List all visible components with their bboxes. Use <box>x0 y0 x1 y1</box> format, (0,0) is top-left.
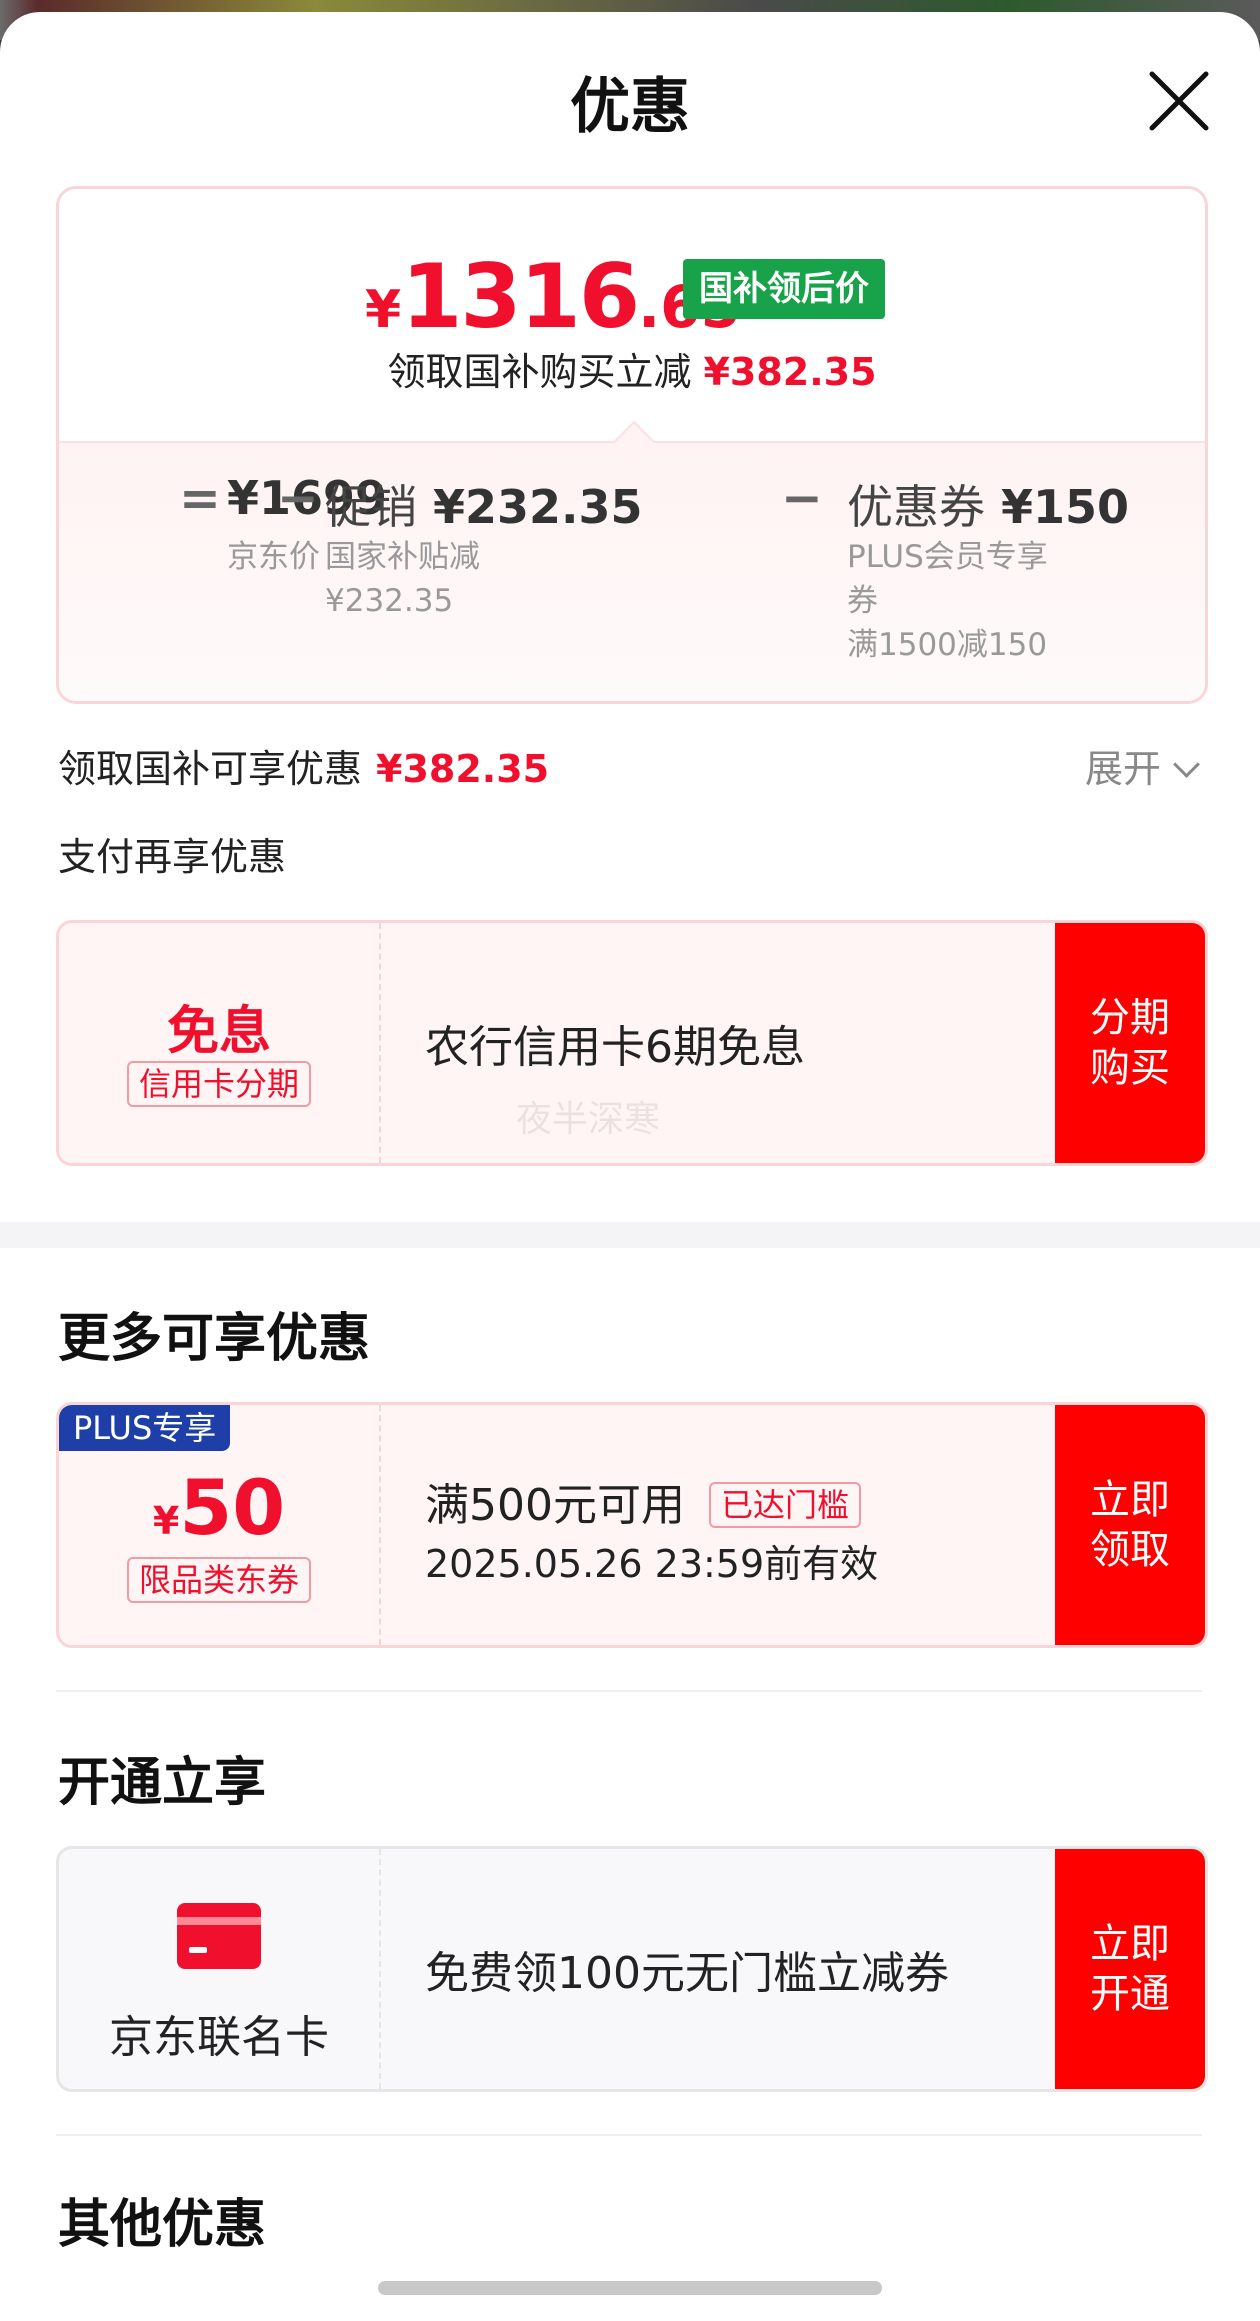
coupon-note-1: PLUS会员专享 <box>847 539 1048 575</box>
coupon-value: ¥150 <box>1001 480 1130 534</box>
installment-tag: 信用卡分期 <box>126 1061 311 1107</box>
plus-coupon-amount: 50 <box>179 1463 286 1552</box>
home-indicator[interactable] <box>378 2281 882 2295</box>
promo-label: 促销 <box>325 480 417 534</box>
promo-note-2: ¥232.35 <box>325 583 454 619</box>
minus-sign-2: − <box>781 469 823 527</box>
credit-card-icon <box>177 1903 261 1969</box>
subsidy-summary-amount: ¥382.35 <box>703 350 877 394</box>
installment-buy-line2: 购买 <box>1090 1045 1170 1091</box>
installment-title: 免息 <box>166 1002 271 1062</box>
plus-exclusive-tag: PLUS专享 <box>59 1405 231 1451</box>
installment-buy-button[interactable]: 分期 购买 <box>1055 923 1205 1163</box>
equals-sign: = <box>179 469 221 527</box>
national-subsidy-label: 领取国补可享优惠 <box>58 747 363 791</box>
more-offers-title: 更多可享优惠 <box>58 1309 371 1369</box>
sheet-title: 优惠 <box>570 72 690 142</box>
close-icon[interactable] <box>1144 66 1214 136</box>
threshold-met-tag: 已达门槛 <box>708 1482 861 1528</box>
plus-coupon-currency: ¥ <box>152 1499 180 1543</box>
plus-coupon-condition: 满500元可用 <box>425 1480 685 1531</box>
open-section-title: 开通立享 <box>58 1753 267 1813</box>
co-brand-card-offer: 京东联名卡 免费领100元无门槛立减券 立即 开通 <box>56 1846 1208 2092</box>
claim-coupon-line1: 立即 <box>1090 1477 1170 1523</box>
plus-coupon-validity: 2025.05.26 23:59前有效 <box>425 1542 879 1586</box>
installment-buy-line1: 分期 <box>1090 995 1170 1041</box>
plus-coupon-value: ¥50 <box>59 1463 379 1552</box>
installment-left: 免息 信用卡分期 <box>59 923 381 1163</box>
promo-note-1: 国家补贴减 <box>325 539 480 575</box>
jd-price-label: 京东价 <box>227 539 320 575</box>
subsidy-price-badge: 国补领后价 <box>683 259 885 319</box>
price-summary-top: ¥1316.65 国补领后价 领取国补购买立减¥382.35 <box>59 189 1205 441</box>
category-coupon-tag: 限品类东券 <box>126 1557 311 1603</box>
coupon-label: 优惠券 <box>847 480 985 534</box>
coupon-amount: 优惠券 ¥150 <box>847 471 1129 537</box>
national-subsidy-row: 领取国补可享优惠 ¥382.35 <box>58 738 549 793</box>
divider <box>56 1690 1202 1692</box>
promo-amount: 促销 ¥232.35 <box>325 471 643 537</box>
installment-tag-wrap: 信用卡分期 <box>59 1061 379 1107</box>
price-summary-card: ¥1316.65 国补领后价 领取国补购买立减¥382.35 = ¥1699 京… <box>56 186 1208 704</box>
plus-coupon-tag-wrap: 限品类东券 <box>59 1557 379 1603</box>
subsidy-summary-label: 领取国补购买立减 <box>387 350 692 394</box>
section-separator <box>0 1222 1260 1248</box>
claim-coupon-line2: 领取 <box>1090 1527 1170 1573</box>
activate-card-button[interactable]: 立即 开通 <box>1055 1849 1205 2089</box>
activate-card-line1: 立即 <box>1090 1921 1170 1967</box>
coupon-note-3: 满1500减150 <box>847 627 1048 663</box>
final-price-currency: ¥ <box>365 280 402 340</box>
co-brand-card-desc: 免费领100元无门槛立减券 <box>425 1948 949 1999</box>
watermark-text: 夜半深寒 <box>516 1099 661 1140</box>
plus-coupon-card: PLUS专享 ¥50 限品类东券 满500元可用 已达门槛 2025.05.26… <box>56 1402 1208 1648</box>
plus-coupon-condition-row: 满500元可用 已达门槛 <box>425 1469 861 1533</box>
coupon-note-2: 券 <box>847 583 878 619</box>
subsidy-summary-line: 领取国补购买立减 ¥382.35 <box>59 341 1205 396</box>
expand-button[interactable]: 展开 <box>1084 738 1200 793</box>
other-offers-title: 其他优惠 <box>58 2195 267 2255</box>
plus-coupon-left: PLUS专享 ¥50 限品类东券 <box>59 1405 381 1645</box>
activate-card-line2: 开通 <box>1090 1971 1170 2017</box>
national-subsidy-amount: ¥382.35 <box>376 747 550 791</box>
final-price-integer: 1316 <box>401 245 640 348</box>
claim-coupon-button[interactable]: 立即 领取 <box>1055 1405 1205 1645</box>
co-brand-card-name: 京东联名卡 <box>109 2012 329 2063</box>
payment-section-title: 支付再享优惠 <box>58 835 287 879</box>
co-brand-card-left: 京东联名卡 <box>59 1849 381 2089</box>
chevron-down-icon <box>1173 751 1200 778</box>
expand-label: 展开 <box>1084 747 1161 791</box>
promo-value: ¥232.35 <box>433 480 643 534</box>
divider <box>56 2134 1202 2136</box>
minus-sign-1: − <box>277 469 319 527</box>
installment-desc: 农行信用卡6期免息 <box>425 1022 805 1073</box>
